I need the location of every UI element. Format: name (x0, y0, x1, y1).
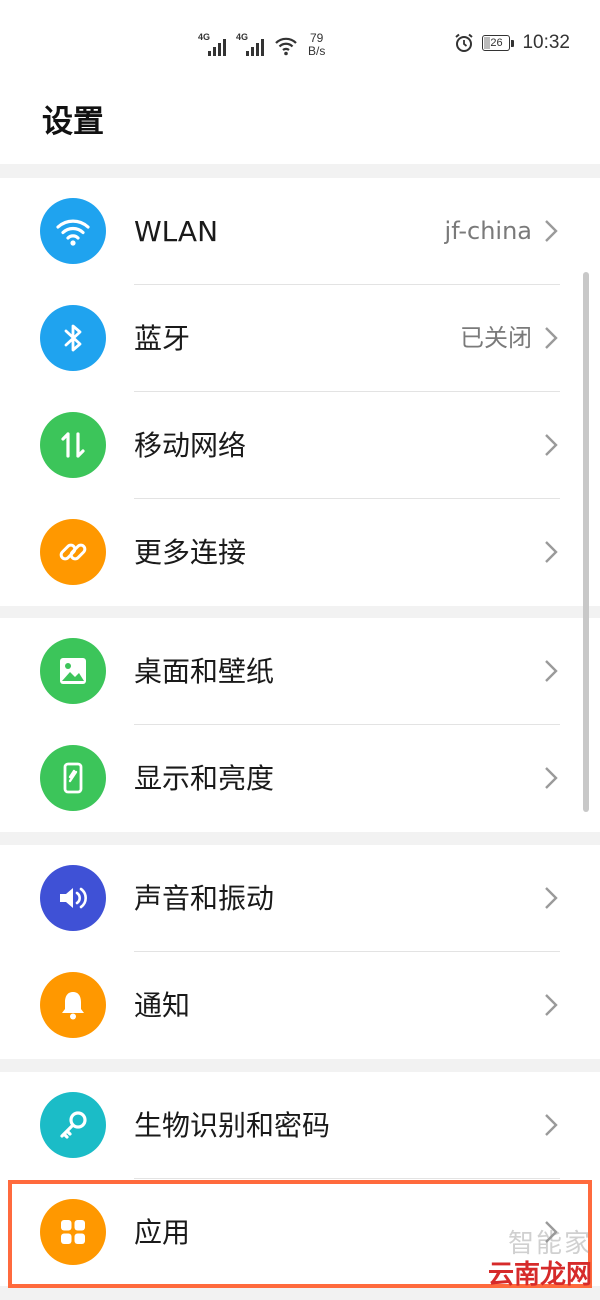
settings-item-value: 已关闭 (460, 324, 532, 352)
chevron-right-icon (545, 327, 558, 349)
wifi-icon (40, 198, 106, 264)
network-indicators: 4G 4G 79 B/s (198, 30, 325, 58)
speed-unit: B/s (308, 44, 326, 58)
wallpaper-icon (40, 638, 106, 704)
settings-item-sound-vibration[interactable]: 声音和振动 (0, 845, 600, 952)
settings-item-mobile-network[interactable]: 移动网络 (0, 392, 600, 499)
chevron-right-icon (545, 434, 558, 456)
chevron-right-icon (545, 220, 558, 242)
settings-item-biometrics-password[interactable]: 生物识别和密码 (0, 1072, 600, 1179)
header: 设置 (0, 88, 600, 164)
display-icon (40, 745, 106, 811)
alarm-icon (455, 33, 474, 52)
network-speed: 79 B/s (308, 32, 325, 58)
bell-icon (40, 972, 106, 1038)
status-right: 26 10:32 (454, 32, 570, 54)
settings-item-label: 更多连接 (134, 536, 247, 569)
settings-item-notifications[interactable]: 通知 (0, 952, 600, 1059)
settings-item-label: 蓝牙 (134, 322, 191, 355)
wifi-status-icon (275, 37, 297, 56)
scrollbar[interactable] (583, 272, 589, 812)
chevron-right-icon (545, 994, 558, 1016)
settings-item-wlan[interactable]: WLAN jf-china (0, 178, 600, 285)
settings-item-label: 通知 (134, 989, 191, 1022)
chevron-right-icon (545, 887, 558, 909)
battery-level: 26 (490, 37, 503, 49)
clock: 10:32 (522, 32, 570, 53)
battery-icon: 26 (482, 35, 511, 51)
settings-group-sound: 声音和振动 通知 (0, 845, 600, 1059)
settings-item-label: 应用 (134, 1216, 191, 1249)
cellular-signal-icon: 4G (236, 32, 266, 58)
settings-group-security-apps: 生物识别和密码 应用 (0, 1072, 600, 1286)
sound-icon (40, 865, 106, 931)
settings-item-label: 生物识别和密码 (134, 1109, 331, 1142)
settings-item-wallpaper[interactable]: 桌面和壁纸 (0, 618, 600, 725)
battery-tip (511, 39, 515, 47)
chevron-right-icon (545, 541, 558, 563)
settings-item-display-brightness[interactable]: 显示和亮度 (0, 725, 600, 832)
cellular-signal-icon: 4G (198, 32, 228, 58)
chevron-right-icon (545, 1221, 558, 1243)
settings-item-label: 移动网络 (134, 429, 247, 462)
settings-item-label: 声音和振动 (134, 882, 275, 915)
settings-item-label: 显示和亮度 (134, 762, 275, 795)
apps-icon (40, 1199, 106, 1265)
settings-group-connectivity: WLAN jf-china 蓝牙 已关闭 移动网络 更多连接 (0, 178, 600, 606)
settings-group-display: 桌面和壁纸 显示和亮度 (0, 618, 600, 832)
page-title: 设置 (42, 104, 104, 140)
settings-item-more-connections[interactable]: 更多连接 (0, 499, 600, 606)
status-bar: 4G 4G 79 B/s 26 10:32 (0, 0, 600, 88)
mobile-data-icon (40, 412, 106, 478)
settings-item-value: jf-china (444, 217, 532, 245)
key-icon (40, 1092, 106, 1158)
settings-item-label: 桌面和壁纸 (134, 655, 275, 688)
bluetooth-icon (40, 305, 106, 371)
link-icon (40, 519, 106, 585)
chevron-right-icon (545, 767, 558, 789)
chevron-right-icon (545, 1114, 558, 1136)
settings-item-label: WLAN (134, 215, 219, 248)
settings-item-apps[interactable]: 应用 (0, 1179, 600, 1286)
settings-item-bluetooth[interactable]: 蓝牙 已关闭 (0, 285, 600, 392)
chevron-right-icon (545, 660, 558, 682)
